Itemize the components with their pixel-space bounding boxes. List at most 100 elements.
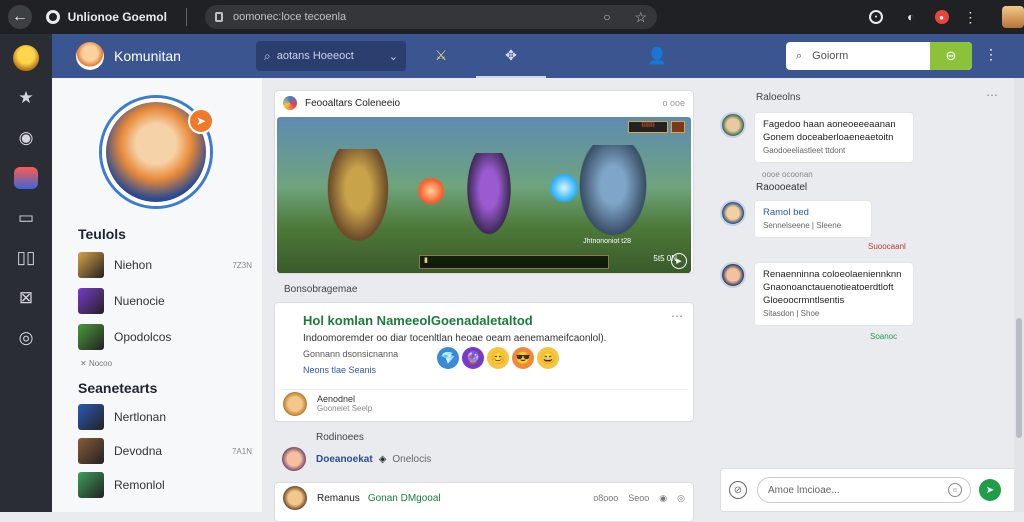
list-item[interactable]: Opodolcos: [78, 324, 252, 350]
activity-name[interactable]: Doeanoekat: [316, 454, 373, 465]
post-link[interactable]: Neons tlae Seanis: [303, 365, 376, 375]
list-item-avatar[interactable]: [78, 324, 104, 350]
feed-column: Feooaltars Coleneeio o ooe IIIIIII Jhtno…: [262, 78, 706, 522]
message-avatar[interactable]: [720, 200, 746, 226]
emoji-reaction-icon[interactable]: 😎: [512, 347, 534, 369]
url-text[interactable]: oomonec:loce tecoenla: [233, 11, 603, 23]
scrollbar-thumb[interactable]: [1016, 318, 1022, 438]
list-item[interactable]: Nertlonan: [78, 404, 252, 430]
emoji-reaction-icon[interactable]: 🔮: [462, 347, 484, 369]
rail-game[interactable]: [12, 164, 40, 192]
app-title: Komunitan: [114, 48, 181, 64]
columns-icon[interactable]: ▯▯: [12, 244, 40, 272]
message-input-placeholder: Amoe lmcioae...: [768, 484, 840, 496]
compass-icon[interactable]: ◉: [12, 124, 40, 152]
message-text: Renaenninna coloeolaeniennknn Gnaonoanct…: [763, 269, 902, 306]
message-time: oooe ocoonan: [762, 170, 813, 179]
rocket-badge-icon[interactable]: ➤: [188, 108, 214, 134]
group-name[interactable]: Gonan DMgooal: [368, 493, 441, 504]
list-item-name[interactable]: Opodolcos: [114, 330, 252, 344]
header-search-text: aotans Hoeeoct: [276, 50, 354, 62]
message-input[interactable]: Amoe lmcioae... ☺: [757, 477, 971, 503]
scrollbar[interactable]: [1014, 78, 1024, 512]
message-sub: Gaodoeeliastleet ttdont: [763, 146, 846, 155]
group-post-card: Remanus Gonan DMgooal o8ooo Seoo ◉ ◎: [274, 482, 694, 522]
header-input[interactable]: ⌕ Goiorm ⊖: [786, 42, 972, 70]
play-icon[interactable]: ▶: [671, 253, 687, 269]
rail-logo[interactable]: [12, 44, 40, 72]
message-avatar[interactable]: [720, 112, 746, 138]
list-item-name[interactable]: Nertlonan: [114, 410, 252, 424]
message-item[interactable]: Renaenninna coloeolaeniennknn Gnaonoanct…: [720, 262, 914, 326]
screen-icon[interactable]: ▭: [12, 204, 40, 232]
emoji-reaction-icon[interactable]: 😄: [537, 347, 559, 369]
reload-icon[interactable]: ○: [603, 10, 610, 24]
image-icon[interactable]: ⊠: [12, 284, 40, 312]
list-item-avatar[interactable]: [78, 288, 104, 314]
health-bar: IIIIIII: [628, 121, 668, 133]
browser-profile-avatar[interactable]: [1002, 6, 1024, 28]
tab-separator: [186, 8, 188, 26]
app-logo-icon: [13, 45, 39, 71]
list-item-avatar[interactable]: [78, 404, 104, 430]
list-item-meta: 7A1N: [231, 446, 252, 456]
post-title[interactable]: Feooaltars Coleneeio: [305, 98, 400, 109]
message-item[interactable]: Ramol bed Sennelseene | Sleene: [720, 200, 872, 238]
group-post-avatar[interactable]: [283, 486, 307, 510]
bookmark-star-icon[interactable]: ☆: [634, 9, 647, 26]
emoji-reaction-icon[interactable]: 💎: [437, 347, 459, 369]
tab-title[interactable]: Unlionoe Goemol: [68, 10, 178, 24]
list-item[interactable]: Nuenocie: [78, 288, 252, 314]
list-item-avatar[interactable]: [78, 438, 104, 464]
post-title[interactable]: Hol komlan NameeolGoenadaletaltod: [303, 313, 533, 328]
go-button[interactable]: ⊖: [930, 42, 972, 70]
attach-icon[interactable]: ⊘: [729, 481, 747, 499]
notification-icon[interactable]: ●: [934, 10, 949, 24]
extension-icon[interactable]: ◐: [903, 9, 919, 25]
post-meta: o ooe: [662, 98, 685, 108]
tab-crossed-swords[interactable]: ⚔: [406, 34, 476, 78]
browser-toolbar: ← Unlionoe Goemol oomonec:loce tecoenla …: [0, 0, 1024, 34]
group-post-name[interactable]: Remanus: [317, 493, 360, 504]
tab-puzzle[interactable]: ✥: [476, 34, 546, 78]
message-avatar[interactable]: [720, 262, 746, 288]
list-item-name[interactable]: Devodna: [114, 444, 232, 458]
list-item-name[interactable]: Niehon: [114, 258, 232, 272]
list-item-avatar[interactable]: [78, 472, 104, 498]
header-logo[interactable]: [76, 42, 104, 70]
list-item-name[interactable]: Remonlol: [114, 478, 252, 492]
more-options-icon[interactable]: ⋯: [671, 309, 683, 323]
list-item-name[interactable]: Nuenocie: [114, 294, 252, 308]
lock-icon: [215, 12, 224, 22]
address-bar[interactable]: oomonec:loce tecoenla ○ ☆: [205, 5, 658, 29]
post-body: Indoomoremder oo diar tocenltlan heoae o…: [303, 333, 607, 344]
friends-title: Teulols: [78, 226, 126, 242]
message-item[interactable]: Fagedoo haan aoneoeeeaanan Gonem doceabe…: [720, 112, 914, 163]
emoji-icon[interactable]: ☺: [948, 483, 962, 497]
activity-avatar[interactable]: [282, 447, 306, 471]
send-button[interactable]: ➤: [979, 479, 1001, 501]
clock-icon[interactable]: •: [869, 10, 883, 24]
like-icon[interactable]: ◉: [659, 493, 667, 504]
user-icon[interactable]: 👤: [642, 46, 672, 66]
emoji-reaction-icon[interactable]: 😊: [487, 347, 509, 369]
settings-circle-icon[interactable]: ◎: [12, 324, 40, 352]
header-search[interactable]: ⌕ aotans Hoeeoct ⌄: [256, 41, 406, 71]
game-screenshot-image[interactable]: IIIIIII Jhtnononiot t28 ▮ 5t5 0N ▶: [277, 117, 691, 273]
author-name[interactable]: Aenodnel: [317, 394, 372, 404]
message-sub: Sitasdon | Shoe: [763, 309, 820, 318]
author-avatar[interactable]: [283, 391, 307, 416]
message-time: Soanoc: [870, 332, 898, 341]
more-options-icon[interactable]: ⋯: [986, 88, 998, 102]
browser-menu-icon[interactable]: ⋮: [963, 9, 979, 25]
more-friends-link[interactable]: ✕ Nocoo: [80, 359, 112, 368]
list-item[interactable]: Niehon 7Z3N: [78, 252, 252, 278]
list-item[interactable]: Remonlol: [78, 472, 252, 498]
star-icon[interactable]: ★: [12, 84, 40, 112]
feed-activity-row[interactable]: Doeanoekat ◈ Onelocis: [282, 446, 694, 472]
list-item-avatar[interactable]: [78, 252, 104, 278]
back-arrow-icon[interactable]: ←: [8, 5, 32, 29]
share-icon[interactable]: ◎: [677, 493, 685, 504]
header-more-icon[interactable]: ⋮: [984, 46, 998, 63]
list-item[interactable]: Devodna 7A1N: [78, 438, 252, 464]
